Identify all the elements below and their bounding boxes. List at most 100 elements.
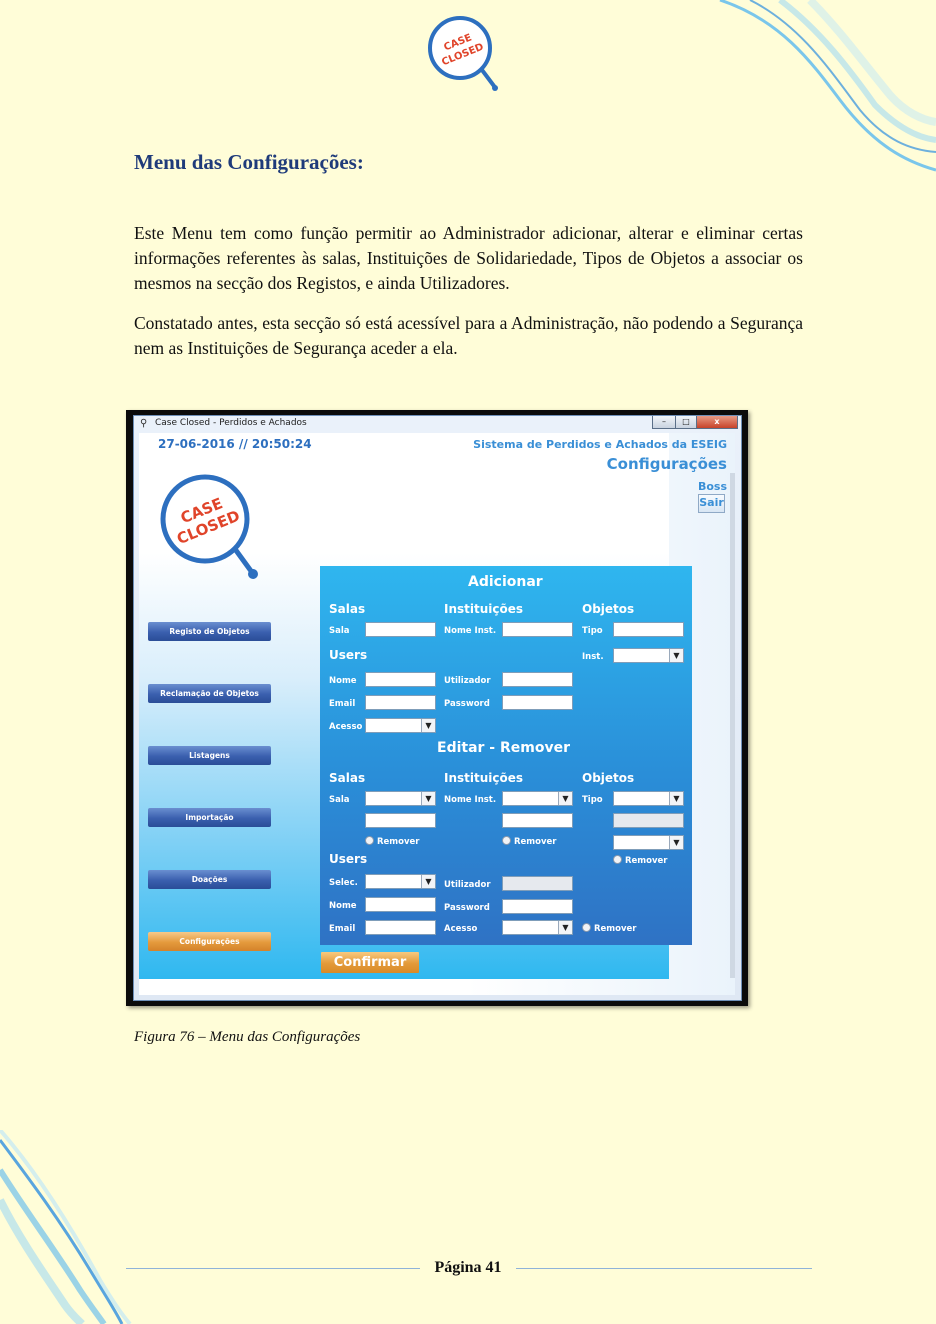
edit-nome-inst-select[interactable]: ▼ — [502, 791, 573, 806]
add-password-input[interactable] — [502, 695, 573, 710]
body-paragraph-1: Este Menu tem como função permitir ao Ad… — [134, 223, 803, 293]
edit-sala-remove-label: Remover — [377, 837, 420, 847]
edit-users-remove-label: Remover — [594, 924, 637, 934]
edit-tipo-input[interactable] — [613, 813, 684, 828]
chevron-down-icon: ▼ — [421, 792, 435, 805]
add-nome-label: Nome — [329, 676, 357, 686]
close-button[interactable]: x — [696, 416, 738, 429]
add-sala-input[interactable] — [365, 622, 436, 637]
edit-instituicoes-title: Instituições — [444, 771, 524, 785]
edit-selec-label: Selec. — [329, 878, 358, 888]
footer-divider-right — [516, 1268, 812, 1269]
decorative-wave-bottom-left — [0, 1130, 132, 1324]
case-closed-logo: CASE CLOSED — [428, 16, 498, 91]
add-inst-select[interactable]: ▼ — [613, 648, 684, 663]
edit-sala-select[interactable]: ▼ — [365, 791, 436, 806]
system-title: Sistema de Perdidos e Achados da ESEIG — [473, 438, 727, 451]
figure-caption: Figura 76 – Menu das Configurações — [134, 1029, 361, 1045]
app-client-area: 27-06-2016 // 20:50:24 Sistema de Perdid… — [139, 433, 735, 995]
radio-icon — [613, 855, 622, 864]
window-title: Case Closed - Perdidos e Achados — [155, 418, 307, 428]
add-utilizador-input[interactable] — [502, 672, 573, 687]
figure-screenshot: ⚲ Case Closed - Perdidos e Achados – □ x… — [126, 410, 748, 1006]
exit-button[interactable]: Sair — [698, 494, 725, 513]
radio-icon — [582, 923, 591, 932]
edit-objetos-remove-radio[interactable]: Remover — [613, 855, 668, 866]
edit-password-input[interactable] — [502, 899, 573, 914]
edit-utilizador-input[interactable] — [502, 876, 573, 891]
window-titlebar[interactable]: ⚲ Case Closed - Perdidos e Achados – □ x — [134, 416, 741, 432]
page-number: Página 41 — [434, 1259, 502, 1276]
chevron-down-icon: ▼ — [669, 792, 683, 805]
edit-users-remove-radio[interactable]: Remover — [582, 923, 637, 934]
user-name: Boss — [697, 480, 727, 493]
edit-nome-input[interactable] — [365, 897, 436, 912]
app-logo: CASE CLOSED — [160, 474, 258, 579]
add-objetos-title: Objetos — [582, 602, 635, 616]
decorative-wave-top-right — [719, 0, 936, 172]
screen-title: Configurações — [606, 455, 727, 473]
registo-de-objetos-button[interactable]: Registo de Objetos — [148, 622, 271, 641]
datetime-display: 27-06-2016 // 20:50:24 — [158, 437, 312, 451]
add-heading: Adicionar — [468, 574, 543, 590]
edit-tipo-select[interactable]: ▼ — [613, 791, 684, 806]
edit-sala-remove-radio[interactable]: Remover — [365, 836, 420, 847]
chevron-down-icon: ▼ — [669, 649, 683, 662]
chevron-down-icon: ▼ — [421, 875, 435, 888]
chevron-down-icon: ▼ — [421, 719, 435, 732]
chevron-down-icon: ▼ — [558, 792, 572, 805]
configuracoes-button[interactable]: Configurações — [148, 932, 271, 951]
edit-objetos-inst-select[interactable]: ▼ — [613, 835, 684, 850]
add-email-input[interactable] — [365, 695, 436, 710]
configuration-panel: Adicionar Salas Instituições Objetos Sal… — [320, 566, 692, 945]
add-nome-inst-input[interactable] — [502, 622, 573, 637]
add-tipo-input[interactable] — [613, 622, 684, 637]
magnifier-icon: ⚲ — [140, 418, 148, 429]
add-password-label: Password — [444, 699, 490, 709]
edit-nome-inst-input[interactable] — [502, 813, 573, 828]
edit-salas-title: Salas — [329, 771, 366, 785]
add-nome-inst-label: Nome Inst. — [444, 626, 497, 636]
add-acesso-label: Acesso — [329, 722, 363, 732]
chevron-down-icon: ▼ — [669, 836, 683, 849]
scrollbar[interactable] — [730, 473, 735, 978]
edit-acesso-label: Acesso — [444, 924, 478, 934]
body-paragraph-2: Constatado antes, esta secção só está ac… — [134, 313, 803, 358]
minimize-button[interactable]: – — [652, 416, 676, 429]
edit-selec-select[interactable]: ▼ — [365, 874, 436, 889]
importacao-button[interactable]: Importação — [148, 808, 271, 827]
add-acesso-select[interactable]: ▼ — [365, 718, 436, 733]
radio-icon — [365, 836, 374, 845]
section-title: Menu das Configurações: — [134, 150, 364, 174]
edit-nome-inst-label: Nome Inst. — [444, 795, 497, 805]
radio-icon — [502, 836, 511, 845]
add-nome-input[interactable] — [365, 672, 436, 687]
add-utilizador-label: Utilizador — [444, 676, 491, 686]
doacoes-button[interactable]: Doações — [148, 870, 271, 889]
add-tipo-label: Tipo — [582, 626, 603, 636]
edit-users-title: Users — [329, 852, 368, 866]
edit-utilizador-label: Utilizador — [444, 880, 491, 890]
edit-inst-remove-label: Remover — [514, 837, 557, 847]
edit-objetos-title: Objetos — [582, 771, 635, 785]
add-instituicoes-title: Instituições — [444, 602, 524, 616]
footer-divider-left — [126, 1268, 420, 1269]
edit-acesso-select[interactable]: ▼ — [502, 920, 573, 935]
edit-remove-heading: Editar - Remover — [437, 740, 570, 756]
add-sala-label: Sala — [329, 626, 350, 636]
edit-sala-input[interactable] — [365, 813, 436, 828]
confirm-button[interactable]: Confirmar — [321, 952, 419, 973]
chevron-down-icon: ▼ — [558, 921, 572, 934]
edit-inst-remove-radio[interactable]: Remover — [502, 836, 557, 847]
edit-email-label: Email — [329, 924, 356, 934]
edit-password-label: Password — [444, 903, 490, 913]
maximize-button[interactable]: □ — [675, 416, 697, 429]
add-email-label: Email — [329, 699, 356, 709]
add-users-title: Users — [329, 648, 368, 662]
edit-email-input[interactable] — [365, 920, 436, 935]
edit-nome-label: Nome — [329, 901, 357, 911]
reclamacao-de-objetos-button[interactable]: Reclamação de Objetos — [148, 684, 271, 703]
add-salas-title: Salas — [329, 602, 366, 616]
listagens-button[interactable]: Listagens — [148, 746, 271, 765]
app-window: ⚲ Case Closed - Perdidos e Achados – □ x… — [133, 415, 742, 1001]
